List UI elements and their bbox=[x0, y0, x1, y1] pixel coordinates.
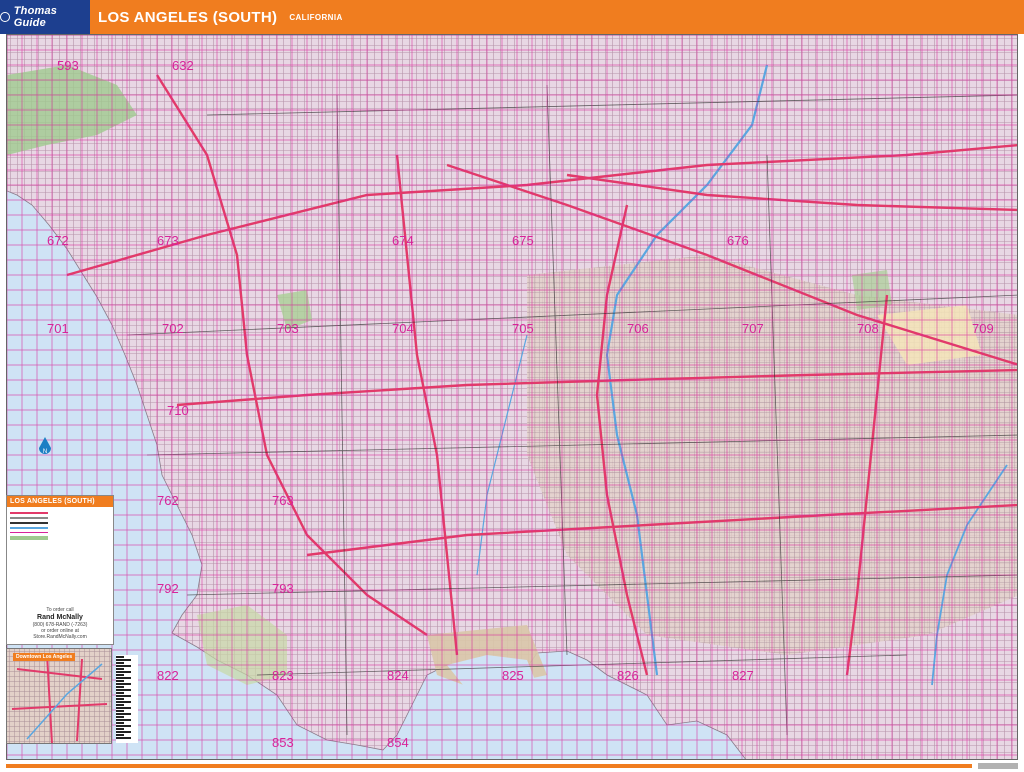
page-number-label: 673 bbox=[157, 233, 179, 248]
legend-water-swatch bbox=[10, 527, 48, 529]
legend-highway-swatch bbox=[10, 517, 48, 519]
legend-park-swatch bbox=[10, 536, 48, 540]
page-number-label: 674 bbox=[392, 233, 414, 248]
page-number-label: 763 bbox=[272, 493, 294, 508]
page-number-label: 762 bbox=[157, 493, 179, 508]
index-entry bbox=[116, 710, 124, 712]
order-company: Rand McNally bbox=[37, 614, 83, 621]
compass-icon: N bbox=[39, 437, 51, 455]
index-entry bbox=[116, 704, 124, 706]
page-number-label: 707 bbox=[742, 321, 764, 336]
brand-logo: Thomas Guide bbox=[0, 0, 90, 34]
page-number-label: 632 bbox=[172, 58, 194, 73]
order-url[interactable]: Store.RandMcNally.com bbox=[10, 634, 110, 640]
index-entry bbox=[116, 728, 124, 730]
page-number-label: 675 bbox=[512, 233, 534, 248]
inset-label: Downtown Los Angeles bbox=[13, 653, 76, 661]
bottom-bar bbox=[0, 760, 1024, 772]
page-number-label: 706 bbox=[627, 321, 649, 336]
index-entry bbox=[116, 734, 124, 736]
page-number-label: 792 bbox=[157, 581, 179, 596]
page-number-label: 826 bbox=[617, 668, 639, 683]
legend-road-swatch bbox=[10, 522, 48, 524]
map-legend: LOS ANGELES (SOUTH) To order call Rand M… bbox=[6, 495, 114, 645]
index-entry bbox=[116, 737, 131, 739]
page-number-label: 672 bbox=[47, 233, 69, 248]
title-bar: LOS ANGELES (SOUTH) CALIFORNIA bbox=[90, 0, 1024, 34]
globe-icon bbox=[0, 12, 10, 22]
index-entry bbox=[116, 695, 131, 697]
page-number-label: 701 bbox=[47, 321, 69, 336]
map-page: Thomas Guide LOS ANGELES (SOUTH) CALIFOR… bbox=[0, 0, 1024, 772]
order-line-1: To order call bbox=[46, 607, 74, 613]
page-number-label: 854 bbox=[387, 735, 409, 750]
header: Thomas Guide LOS ANGELES (SOUTH) CALIFOR… bbox=[0, 0, 1024, 34]
page-number-label: 793 bbox=[272, 581, 294, 596]
index-entry bbox=[116, 731, 131, 733]
page-number-label: 702 bbox=[162, 321, 184, 336]
page-number-label: 703 bbox=[277, 321, 299, 336]
index-entry bbox=[116, 683, 131, 685]
page-number-label: 823 bbox=[272, 668, 294, 683]
page-number-label: 593 bbox=[57, 58, 79, 73]
map-canvas[interactable]: 593 632 672 673 674 675 676 701 702 703 704 705 706 7… bbox=[6, 34, 1018, 760]
map-state: CALIFORNIA bbox=[289, 12, 343, 22]
page-number-label: 825 bbox=[502, 668, 524, 683]
legend-title: LOS ANGELES (SOUTH) bbox=[7, 496, 113, 507]
svg-text:N: N bbox=[43, 449, 47, 455]
index-entry bbox=[116, 662, 124, 664]
page-number-label: 676 bbox=[727, 233, 749, 248]
order-info: To order call Rand McNally (800) 678-RAN… bbox=[10, 607, 110, 640]
index-entry bbox=[116, 668, 124, 670]
brand-name: Thomas Guide bbox=[13, 5, 58, 29]
page-number-label: 853 bbox=[272, 735, 294, 750]
index-entry bbox=[116, 698, 124, 700]
page-number-label: 704 bbox=[392, 321, 414, 336]
index-strip bbox=[116, 655, 138, 743]
bottom-orange-bar bbox=[6, 764, 972, 768]
index-entry bbox=[116, 692, 124, 694]
page-number-label: 709 bbox=[972, 321, 994, 336]
index-entry bbox=[116, 701, 131, 703]
page-number-label: 708 bbox=[857, 321, 879, 336]
index-entry bbox=[116, 713, 131, 715]
map-svg[interactable]: 593 632 672 673 674 675 676 701 702 703 704 705 706 7… bbox=[7, 35, 1018, 760]
index-entry bbox=[116, 716, 124, 718]
page-number-label: 705 bbox=[512, 321, 534, 336]
index-entry bbox=[116, 665, 131, 667]
index-entry bbox=[116, 707, 131, 709]
index-entry bbox=[116, 680, 124, 682]
index-entry bbox=[116, 671, 131, 673]
downtown-inset-map: Downtown Los Angeles bbox=[6, 648, 112, 744]
index-entry bbox=[116, 689, 131, 691]
index-entry bbox=[116, 656, 124, 658]
index-entry bbox=[116, 659, 131, 661]
index-entry bbox=[116, 674, 124, 676]
index-entry bbox=[116, 725, 131, 727]
legend-grid-swatch bbox=[10, 532, 48, 533]
index-entry bbox=[116, 719, 131, 721]
page-number-label: 710 bbox=[167, 403, 189, 418]
publisher-mark bbox=[978, 763, 1018, 769]
page-number-label: 827 bbox=[732, 668, 754, 683]
page-number-label: 822 bbox=[157, 668, 179, 683]
inset-svg bbox=[7, 649, 111, 743]
map-title: LOS ANGELES (SOUTH) bbox=[98, 8, 278, 26]
legend-body bbox=[7, 507, 113, 545]
index-entry bbox=[116, 686, 124, 688]
index-entry bbox=[116, 677, 131, 679]
index-entry bbox=[116, 722, 124, 724]
legend-freeway-swatch bbox=[10, 512, 48, 514]
page-number-label: 824 bbox=[387, 668, 409, 683]
